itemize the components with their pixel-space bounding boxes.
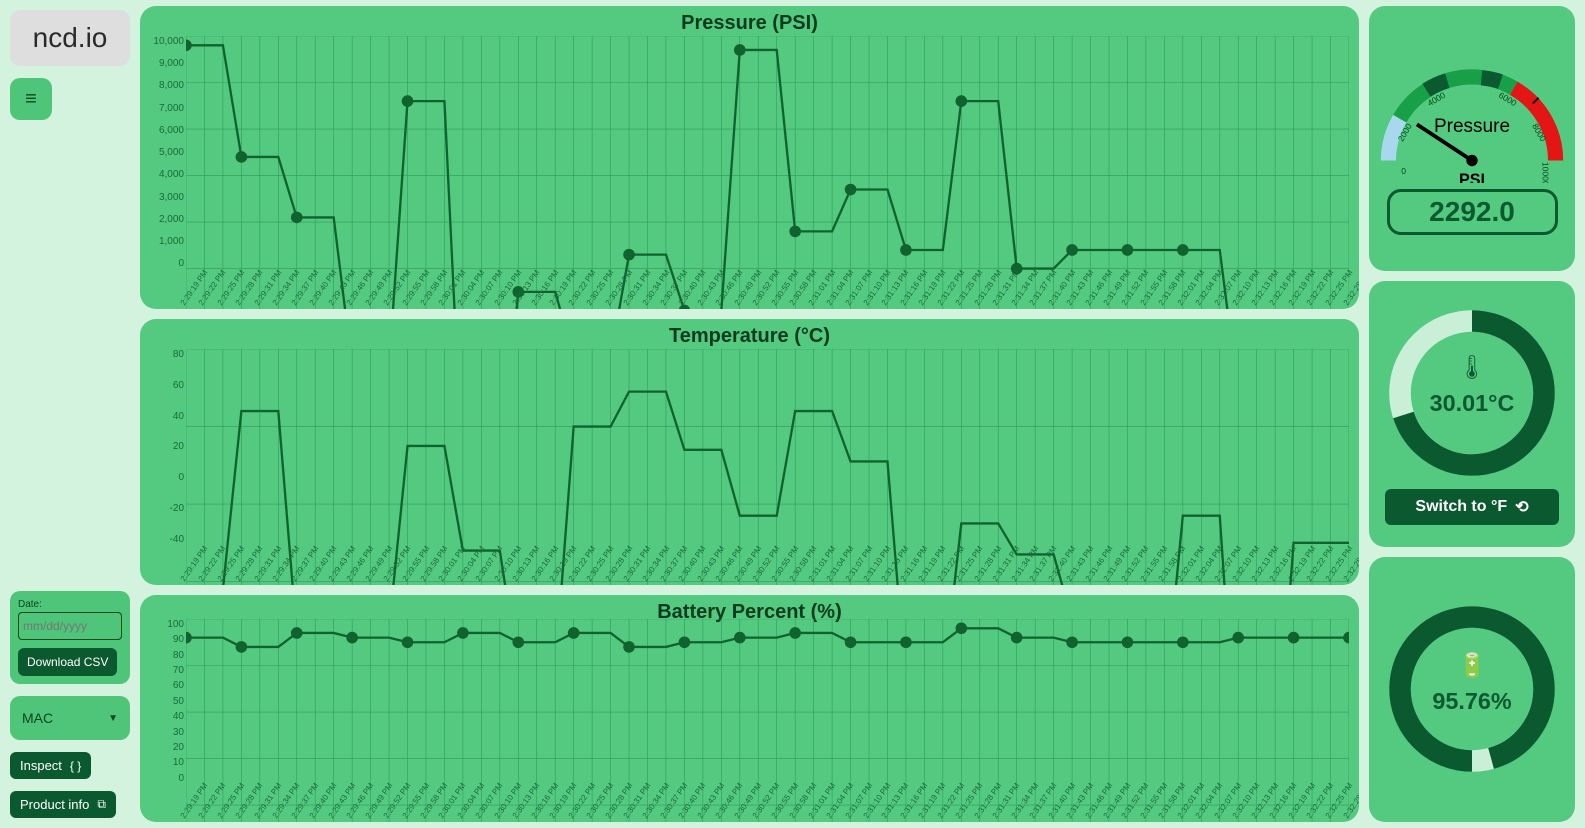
pressure-chart-title: Pressure (PSI) [150,12,1349,35]
chevron-down-icon: ▼ [108,713,118,724]
temperature-x-axis: 2:29:19 PM2:29:22 PM2:29:25 PM2:29:28 PM… [186,545,1349,583]
thermometer-icon: 🌡 [1457,354,1487,380]
external-link-icon: ⧉ [97,797,106,812]
mac-select[interactable]: MAC ▼ [10,696,130,740]
battery-value: 95.76% [1432,688,1512,714]
battery-icon: 🔋 [1457,651,1486,679]
menu-button[interactable]: ≡ [10,78,52,120]
download-csv-button[interactable]: Download CSV [18,648,117,676]
date-card: Date: Download CSV [10,591,130,684]
inspect-button[interactable]: Inspect{ } [10,752,91,779]
pressure-gauge: 0 2000 4000 6000 8000 10000 Pressure PSI [1377,43,1567,183]
battery-gauge-card: 🔋 95.76% [1369,557,1575,822]
temperature-value: 30.01°C [1430,390,1515,416]
gauge-unit: PSI [1459,171,1485,183]
hamburger-icon: ≡ [25,88,37,111]
pressure-chart-svg [186,36,1349,309]
battery-chart: Battery Percent (%) 10090807060504030201… [140,595,1359,822]
gauge-title: Pressure [1434,116,1510,137]
pressure-y-axis: 10,0009,0008,0007,0006,0005,0004,0003,00… [140,36,184,269]
temperature-donut: 🌡 30.01°C [1382,303,1562,483]
temperature-chart-title: Temperature (°C) [150,325,1349,348]
brand-logo: ncd.io [10,10,130,66]
mac-label: MAC [22,710,53,726]
date-input[interactable] [18,612,122,640]
switch-unit-button[interactable]: Switch to °F⟲ [1385,489,1560,525]
pressure-gauge-card: 0 2000 4000 6000 8000 10000 Pressure PSI… [1369,6,1575,271]
pressure-value: 2292.0 [1387,189,1558,235]
battery-donut: 🔋 95.76% [1382,599,1562,779]
product-info-button[interactable]: Product info⧉ [10,791,116,818]
pressure-chart: Pressure (PSI) 10,0009,0008,0007,0006,00… [140,6,1359,309]
battery-x-axis: 2:29:19 PM2:29:22 PM2:29:25 PM2:29:28 PM… [186,782,1349,820]
charts-column: Pressure (PSI) 10,0009,0008,0007,0006,00… [140,0,1365,828]
swap-icon: ⟲ [1515,497,1528,517]
temperature-y-axis: 806040200-20-40 [140,349,184,544]
date-label: Date: [18,599,122,610]
braces-icon: { } [70,759,81,773]
right-column: 0 2000 4000 6000 8000 10000 Pressure PSI… [1365,0,1585,828]
battery-y-axis: 1009080706050403020100 [140,619,184,784]
svg-text:0: 0 [1401,165,1406,175]
temperature-gauge-card: 🌡 30.01°C Switch to °F⟲ [1369,281,1575,546]
svg-text:10000: 10000 [1540,162,1550,183]
temperature-chart: Temperature (°C) 806040200-20-40 2:29:19… [140,319,1359,584]
sidebar: ncd.io ≡ Date: Download CSV MAC ▼ Inspec… [0,0,140,828]
pressure-x-axis: 2:29:19 PM2:29:22 PM2:29:25 PM2:29:28 PM… [186,269,1349,307]
